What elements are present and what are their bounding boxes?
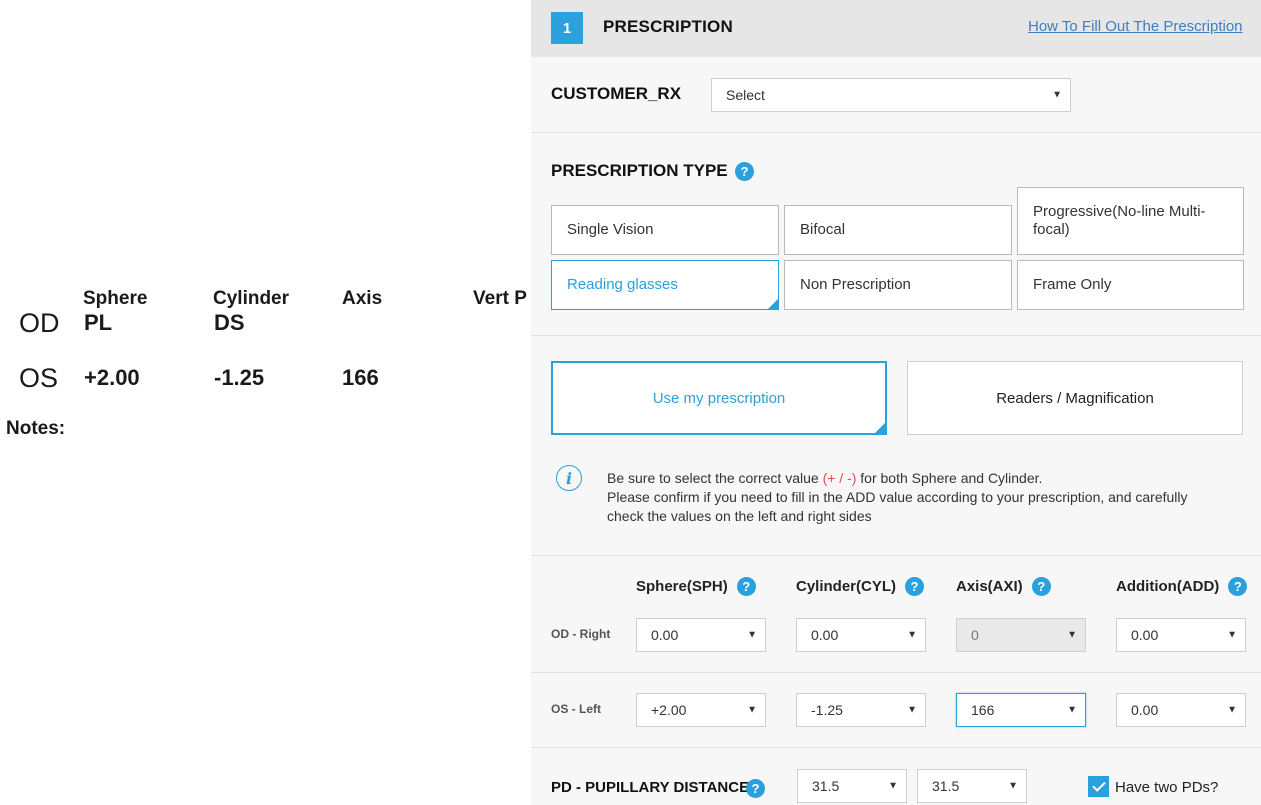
col-header-sphere-label: Sphere(SPH) xyxy=(636,578,728,595)
pd-right-value: 31.5 xyxy=(812,778,840,794)
step-title: PRESCRIPTION xyxy=(603,17,733,36)
rx-os-sphere: +2.00 xyxy=(84,365,140,390)
od-sphere-select[interactable]: 0.00 ▼ xyxy=(636,618,766,652)
type-option-non-prescription[interactable]: Non Prescription xyxy=(784,260,1012,310)
row-divider xyxy=(531,747,1261,748)
prescription-type-label: PRESCRIPTION TYPE xyxy=(551,161,728,180)
row-label-od: OD - Right xyxy=(551,627,611,641)
info-line2: Please confirm if you need to fill in th… xyxy=(607,489,1188,524)
step-number: 1 xyxy=(551,12,583,44)
os-sphere-select[interactable]: +2.00 ▼ xyxy=(636,693,766,727)
type-option-progressive[interactable]: Progressive(No-line Multi-focal) xyxy=(1017,187,1244,255)
rx-os-axis: 166 xyxy=(342,365,379,390)
chevron-down-icon: ▼ xyxy=(907,704,917,716)
os-sphere-value: +2.00 xyxy=(651,702,687,718)
rx-os-label: OS xyxy=(19,363,59,393)
prescription-values-section: Sphere(SPH) ? Cylinder(CYL) ? Axis(AXI) … xyxy=(531,555,1261,805)
chevron-down-icon: ▼ xyxy=(1227,629,1237,641)
question-icon[interactable]: ? xyxy=(746,779,765,798)
step-header: 1 PRESCRIPTION How To Fill Out The Presc… xyxy=(531,0,1261,57)
info-line1-post: for both Sphere and Cylinder. xyxy=(856,470,1043,486)
pd-right-select[interactable]: 31.5 ▼ xyxy=(797,769,907,803)
col-header-addition: Addition(ADD) ? xyxy=(1116,577,1248,596)
od-addition-value: 0.00 xyxy=(1131,627,1159,643)
col-header-axis-label: Axis(AXI) xyxy=(956,578,1023,595)
rx-notes-label: Notes: xyxy=(6,418,66,439)
rx-od-cylinder: DS xyxy=(214,310,245,335)
rx-header-axis: Axis xyxy=(342,288,383,309)
type-option-frame-only[interactable]: Frame Only xyxy=(1017,260,1244,310)
chevron-down-icon: ▼ xyxy=(1052,89,1062,101)
chevron-down-icon: ▼ xyxy=(1067,629,1077,641)
os-axis-select[interactable]: 166 ▼ xyxy=(956,693,1086,727)
use-my-prescription-button[interactable]: Use my prescription xyxy=(551,361,887,435)
question-icon[interactable]: ? xyxy=(1228,577,1248,596)
od-cylinder-value: 0.00 xyxy=(811,627,839,643)
od-axis-select: 0 ▼ xyxy=(956,618,1086,652)
rx-header-vert-prism: Vert P xyxy=(473,288,527,309)
type-option-reading-glasses[interactable]: Reading glasses xyxy=(551,260,779,310)
prescription-image: Sphere Cylinder Axis Vert P OD PL DS OS … xyxy=(0,0,531,805)
od-cylinder-select[interactable]: 0.00 ▼ xyxy=(796,618,926,652)
row-divider xyxy=(531,672,1261,673)
pd-left-select[interactable]: 31.5 ▼ xyxy=(917,769,1027,803)
how-to-fill-link[interactable]: How To Fill Out The Prescription xyxy=(1028,18,1243,35)
col-header-cylinder: Cylinder(CYL) ? xyxy=(796,577,925,596)
pd-left-value: 31.5 xyxy=(932,778,960,794)
rx-header-sphere: Sphere xyxy=(83,288,148,309)
pd-label: PD - PUPILLARY DISTANCE xyxy=(551,779,750,796)
os-cylinder-select[interactable]: -1.25 ▼ xyxy=(796,693,926,727)
os-addition-value: 0.00 xyxy=(1131,702,1159,718)
prescription-type-section: PRESCRIPTION TYPE ? Single Vision Bifoca… xyxy=(531,133,1261,336)
question-icon[interactable]: ? xyxy=(736,577,756,596)
have-two-pds-label: Have two PDs? xyxy=(1115,779,1219,796)
col-header-addition-label: Addition(ADD) xyxy=(1116,578,1220,595)
prescription-form: 1 PRESCRIPTION How To Fill Out The Presc… xyxy=(531,0,1261,805)
rx-od-label: OD xyxy=(19,308,60,338)
customer-rx-label: CUSTOMER_RX xyxy=(551,84,682,103)
readers-magnification-button[interactable]: Readers / Magnification xyxy=(907,361,1243,435)
col-header-axis: Axis(AXI) ? xyxy=(956,577,1051,596)
info-line1-pre: Be sure to select the correct value xyxy=(607,470,823,486)
rx-header-cylinder: Cylinder xyxy=(213,288,290,309)
info-message: Be sure to select the correct value (+ /… xyxy=(607,469,1207,526)
od-addition-select[interactable]: 0.00 ▼ xyxy=(1116,618,1246,652)
chevron-down-icon: ▼ xyxy=(747,704,757,716)
os-addition-select[interactable]: 0.00 ▼ xyxy=(1116,693,1246,727)
col-header-sphere: Sphere(SPH) ? xyxy=(636,577,756,596)
od-sphere-value: 0.00 xyxy=(651,627,679,643)
od-axis-value: 0 xyxy=(971,627,979,643)
chevron-down-icon: ▼ xyxy=(1067,704,1077,716)
type-option-single-vision[interactable]: Single Vision xyxy=(551,205,779,255)
rx-od-sphere: PL xyxy=(84,310,113,335)
chevron-down-icon: ▼ xyxy=(1227,704,1237,716)
question-icon[interactable]: ? xyxy=(905,577,925,596)
chevron-down-icon: ▼ xyxy=(907,629,917,641)
os-axis-value: 166 xyxy=(971,702,995,718)
customer-rx-select[interactable]: Select ▼ xyxy=(711,78,1071,112)
rx-os-cylinder: -1.25 xyxy=(214,365,265,390)
type-option-bifocal[interactable]: Bifocal xyxy=(784,205,1012,255)
row-label-os: OS - Left xyxy=(551,702,601,716)
customer-rx-value: Select xyxy=(726,87,765,103)
chevron-down-icon: ▼ xyxy=(747,629,757,641)
chevron-down-icon: ▼ xyxy=(888,780,898,792)
customer-rx-section: CUSTOMER_RX Select ▼ xyxy=(531,57,1261,133)
chevron-down-icon: ▼ xyxy=(1008,780,1018,792)
os-cylinder-value: -1.25 xyxy=(811,702,843,718)
question-icon[interactable]: ? xyxy=(1031,577,1051,596)
col-header-cylinder-label: Cylinder(CYL) xyxy=(796,578,897,595)
info-line1-warning: (+ / -) xyxy=(822,470,857,486)
have-two-pds-checkbox[interactable] xyxy=(1088,776,1109,797)
info-icon: i xyxy=(556,465,582,491)
question-icon[interactable]: ? xyxy=(735,162,754,181)
